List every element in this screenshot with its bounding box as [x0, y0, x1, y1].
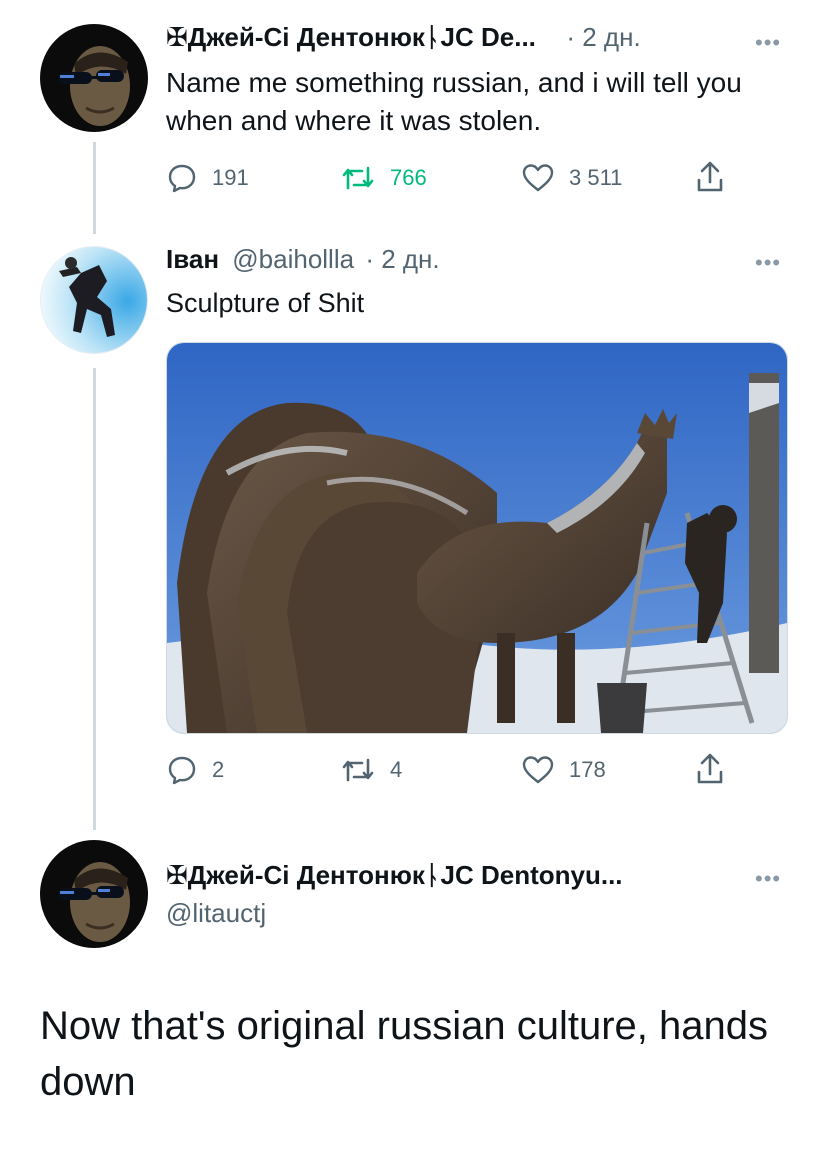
share-icon — [697, 753, 723, 784]
author-handle[interactable]: @litauctj — [166, 898, 266, 929]
thread-line — [93, 368, 96, 830]
reply-count: 2 — [212, 757, 225, 782]
share-button[interactable] — [695, 752, 725, 786]
reply-icon — [168, 164, 196, 193]
main-tweet-text: Now that's original russian culture, han… — [40, 1004, 769, 1104]
author-name[interactable]: Іван — [166, 244, 219, 274]
avatar[interactable] — [40, 24, 148, 132]
retweet-button[interactable]: 4 — [340, 754, 402, 786]
retweet-icon — [342, 166, 374, 190]
retweet-count: 4 — [390, 757, 403, 782]
author-name[interactable]: ✠Джей-Сі ДентонюкᚿJC Dentonyu... — [166, 860, 623, 891]
more-icon[interactable]: ••• — [755, 866, 781, 892]
reply-icon — [168, 756, 196, 785]
timestamp[interactable]: · 2 дн. — [365, 244, 439, 274]
author-handle[interactable]: @baihollla — [232, 244, 354, 274]
thread-line — [93, 142, 96, 234]
avatar[interactable] — [40, 246, 148, 354]
retweet-icon — [342, 758, 374, 782]
like-count: 178 — [569, 757, 606, 782]
timestamp[interactable]: · 2 дн. — [566, 22, 640, 52]
reply-count: 191 — [212, 165, 249, 190]
tweet-text: Sculpture of Shit — [166, 288, 365, 318]
like-button[interactable]: 3 511 — [521, 162, 622, 194]
tweet-media[interactable] — [166, 342, 788, 734]
tweet-text: Name me something russian, and i will te… — [166, 67, 742, 136]
avatar[interactable] — [40, 840, 148, 948]
tweet-header: ✠Джей-Сі ДентонюкᚿJC De... · 2 дн. — [166, 22, 641, 53]
like-icon — [522, 164, 554, 192]
reply-button[interactable]: 191 — [166, 162, 249, 194]
more-icon[interactable]: ••• — [755, 30, 781, 56]
like-icon — [522, 756, 554, 784]
tweet-header: Іван @baihollla · 2 дн. — [166, 244, 440, 275]
author-name[interactable]: ✠Джей-Сі ДентонюкᚿJC De... — [166, 22, 536, 52]
share-button[interactable] — [695, 160, 725, 194]
retweet-button[interactable]: 766 — [340, 162, 427, 194]
like-button[interactable]: 178 — [521, 754, 606, 786]
more-icon[interactable]: ••• — [755, 250, 781, 276]
retweet-count: 766 — [390, 165, 427, 190]
reply-button[interactable]: 2 — [166, 754, 224, 786]
like-count: 3 511 — [569, 165, 623, 190]
share-icon — [697, 161, 723, 192]
